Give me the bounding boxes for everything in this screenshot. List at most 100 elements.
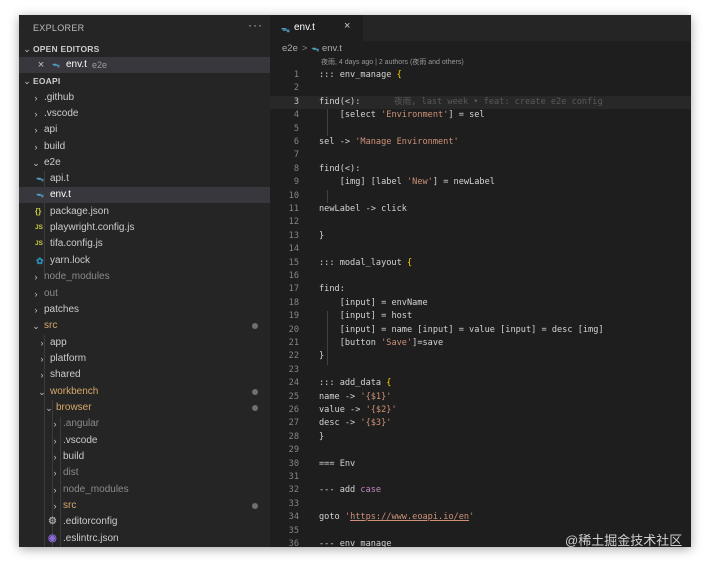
code-line: 8 find(<):	[270, 163, 691, 176]
tree-item-label: dist	[63, 467, 79, 478]
code-line: 22}	[270, 350, 691, 363]
tree-item-label: app	[50, 337, 67, 348]
code-line: 6 sel -> 'Manage Environment'	[270, 136, 691, 149]
code-string: 'Manage Environment'	[355, 137, 459, 147]
breadcrumb-separator: >	[301, 43, 308, 54]
tree-item-playwright-config[interactable]: JS playwright.config.js	[19, 220, 270, 236]
tree-item-platform[interactable]: › platform	[19, 351, 270, 367]
code-line: 18 [input] = envName	[270, 297, 691, 310]
json-file-icon: {}	[35, 207, 42, 216]
tree-item-app[interactable]: › app	[19, 335, 270, 351]
line-number: 20	[288, 324, 299, 335]
code-text: [input] = envName	[339, 297, 428, 308]
line-number: 2	[293, 83, 299, 94]
tree-item-editorconfig[interactable]: ⚙ .editorconfig	[19, 514, 270, 530]
code-line: 33	[270, 498, 691, 511]
chevron-right-icon: ›	[34, 109, 38, 119]
modified-dot	[252, 389, 258, 395]
git-codelens[interactable]: 夜雨, 4 days ago | 2 authors (夜雨 and other…	[321, 57, 464, 67]
tree-item-vscode[interactable]: › .vscode	[19, 106, 270, 122]
line-number: 30	[288, 458, 299, 469]
chevron-right-icon: ›	[34, 305, 38, 315]
chevron-right-icon: ›	[40, 338, 44, 348]
tree-item-label: build	[63, 451, 85, 462]
open-editors-section[interactable]: ⌄ OPEN EDITORS	[19, 41, 270, 57]
tree-item-api[interactable]: › api	[19, 122, 270, 138]
tree-item-build[interactable]: › build	[19, 139, 270, 155]
tree-item-workbench[interactable]: ⌄ workbench	[19, 384, 270, 400]
chevron-right-icon: ›	[34, 272, 38, 282]
code-line: 19 [input] = host	[270, 310, 691, 323]
code-text: ]=save	[412, 338, 444, 348]
js-file-icon: JS	[35, 240, 43, 247]
tree-item-label: browser	[56, 402, 92, 413]
line-number: 16	[288, 271, 299, 281]
code-line: 9 [img] [label 'New'] = newLabel	[270, 176, 691, 189]
tree-item-patches[interactable]: › patches	[19, 302, 270, 318]
tree-item-env-t[interactable]: ᯓ env.t	[19, 187, 270, 203]
code-text: ::: modal_layout	[319, 257, 407, 268]
tree-item-vscode-2[interactable]: › .vscode	[19, 433, 270, 449]
root-folder[interactable]: ⌄ EOAPI	[19, 73, 270, 89]
line-number: 7	[293, 150, 299, 161]
file-t-icon: ᯓ	[52, 60, 60, 69]
tab-env-t[interactable]: ᯓ env.t ×	[270, 15, 363, 41]
chevron-right-icon: ›	[53, 452, 57, 462]
close-icon[interactable]: ×	[344, 20, 350, 32]
tree-item-github[interactable]: › .github	[19, 90, 270, 106]
code-string: 'Save'	[381, 338, 413, 348]
tree-item-label: workbench	[50, 386, 99, 397]
tree-item-api-t[interactable]: ᯓ api.t	[19, 171, 270, 187]
chevron-down-icon: ⌄	[23, 44, 31, 54]
code-text: [input] = name [input] = value [input] =…	[339, 324, 604, 335]
line-number: 36	[288, 539, 299, 547]
tree-item-dist[interactable]: › dist	[19, 465, 270, 481]
code-string: '{$2}'	[365, 405, 397, 415]
code-link[interactable]: https://www.eoapi.io/en	[350, 512, 469, 522]
tree-item-src-2[interactable]: › src	[19, 498, 270, 514]
modified-dot	[252, 503, 258, 509]
tree-item-build-2[interactable]: › build	[19, 449, 270, 465]
tree-item-node-modules[interactable]: › node_modules	[19, 269, 270, 285]
chevron-right-icon: ›	[34, 125, 38, 135]
line-number: 17	[288, 284, 299, 295]
code-line: 20 [input] = name [input] = value [input…	[270, 324, 691, 337]
tree-item-node-modules-2[interactable]: › node_modules	[19, 482, 270, 498]
tree-item-eslintrc[interactable]: ◉ .eslintrc.json	[19, 531, 270, 547]
close-icon[interactable]: ×	[36, 57, 46, 73]
chevron-right-icon: ›	[34, 142, 38, 152]
more-actions-icon[interactable]: ···	[248, 18, 263, 32]
line-number: 23	[288, 364, 299, 375]
file-t-icon: ᯓ	[281, 24, 290, 34]
tree-item-label: patches	[44, 304, 80, 315]
tree-item-src[interactable]: ⌄ src	[19, 318, 270, 334]
gear-icon: ⚙	[48, 516, 57, 527]
code-line: 29	[270, 444, 691, 457]
code-line: 11 newLabel -> click	[270, 203, 691, 216]
code-line: 26 value -> '{$2}'	[270, 404, 691, 417]
js-file-icon: JS	[35, 224, 43, 231]
line-number: 10	[288, 190, 299, 201]
tree-item-shared[interactable]: › shared	[19, 367, 270, 383]
chevron-down-icon: ⌄	[38, 387, 46, 397]
code-text: find:	[319, 284, 345, 295]
code-line: 32 --- add case	[270, 484, 691, 497]
tree-item-browser[interactable]: ⌄ browser	[19, 400, 270, 416]
tree-item-label: platform	[50, 353, 87, 364]
tree-item-yarn-lock[interactable]: ✿ yarn.lock	[19, 253, 270, 269]
line-number: 19	[288, 311, 299, 322]
tree-item-angular[interactable]: › .angular	[19, 416, 270, 432]
tree-item-label: package.json	[50, 206, 109, 217]
chevron-down-icon: ⌄	[32, 158, 40, 168]
chevron-right-icon: ›	[34, 93, 38, 103]
tree-item-package-json[interactable]: {} package.json	[19, 204, 270, 220]
breadcrumb-file[interactable]: env.t	[322, 43, 342, 54]
tree-item-label: e2e	[44, 157, 61, 168]
tree-item-e2e[interactable]: ⌄ e2e	[19, 155, 270, 171]
tree-item-out[interactable]: › out	[19, 286, 270, 302]
breadcrumb-folder[interactable]: e2e	[282, 43, 298, 54]
open-editor-item[interactable]: × ᯓ env.t e2e	[19, 57, 270, 73]
tree-item-tifa-config[interactable]: JS tifa.config.js	[19, 236, 270, 252]
eslint-icon: ◉	[48, 533, 57, 544]
line-number: 29	[288, 445, 299, 456]
